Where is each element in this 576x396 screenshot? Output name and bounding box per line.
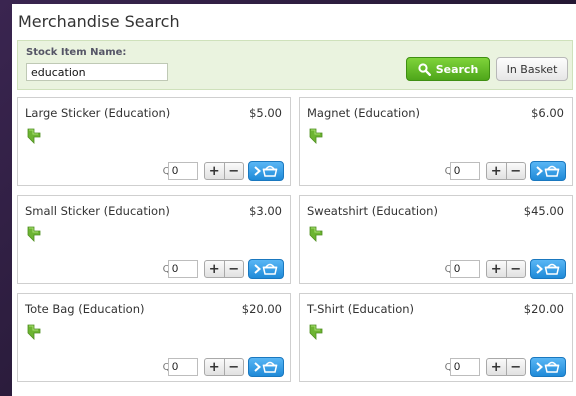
basket-icon bbox=[544, 263, 560, 275]
increment-button[interactable]: + bbox=[487, 163, 506, 179]
qty-stepper: + − bbox=[486, 358, 526, 376]
add-to-basket-button[interactable] bbox=[248, 357, 284, 377]
product-price: $20.00 bbox=[523, 302, 564, 316]
search-panel: Stock Item Name: Search In Basket bbox=[17, 40, 573, 90]
increment-button[interactable]: + bbox=[205, 359, 224, 375]
decrement-button[interactable]: − bbox=[505, 261, 526, 277]
green-arrow-icon bbox=[309, 226, 323, 242]
chevron-right-icon bbox=[254, 264, 261, 274]
product-name: Sweatshirt (Education) bbox=[307, 204, 438, 218]
qty-input[interactable] bbox=[168, 358, 198, 376]
green-arrow-icon bbox=[27, 324, 41, 340]
search-button[interactable]: Search bbox=[406, 57, 490, 81]
add-to-basket-button[interactable] bbox=[530, 259, 566, 279]
increment-button[interactable]: + bbox=[487, 359, 506, 375]
product-card-5: T-Shirt (Education) $20.00 Qty: + − bbox=[299, 293, 573, 382]
product-name: Large Sticker (Education) bbox=[25, 106, 171, 120]
qty-input[interactable] bbox=[450, 162, 480, 180]
decrement-button[interactable]: − bbox=[505, 163, 526, 179]
product-price: $45.00 bbox=[523, 204, 564, 218]
product-price: $20.00 bbox=[241, 302, 282, 316]
add-to-basket-button[interactable] bbox=[530, 161, 566, 181]
qty-input[interactable] bbox=[168, 162, 198, 180]
basket-icon bbox=[262, 361, 278, 373]
decrement-button[interactable]: − bbox=[505, 359, 526, 375]
product-name: Small Sticker (Education) bbox=[25, 204, 170, 218]
increment-button[interactable]: + bbox=[487, 261, 506, 277]
basket-icon bbox=[544, 361, 560, 373]
basket-icon bbox=[262, 263, 278, 275]
qty-stepper: + − bbox=[204, 260, 244, 278]
add-to-basket-button[interactable] bbox=[248, 259, 284, 279]
product-price: $6.00 bbox=[531, 106, 564, 120]
chevron-right-icon bbox=[536, 362, 543, 372]
merchandise-search-window: Merchandise Search Stock Item Name: Sear… bbox=[12, 4, 576, 396]
qty-input[interactable] bbox=[450, 358, 480, 376]
green-arrow-icon bbox=[309, 324, 323, 340]
stock-item-name-label: Stock Item Name: bbox=[26, 47, 127, 58]
green-arrow-icon bbox=[27, 128, 41, 144]
qty-input[interactable] bbox=[168, 260, 198, 278]
product-card-0: Large Sticker (Education) $5.00 Qty: + − bbox=[17, 97, 291, 186]
decrement-button[interactable]: − bbox=[223, 261, 244, 277]
qty-stepper: + − bbox=[204, 358, 244, 376]
product-price: $5.00 bbox=[249, 106, 282, 120]
decrement-button[interactable]: − bbox=[223, 359, 244, 375]
product-name: Magnet (Education) bbox=[307, 106, 421, 120]
decrement-button[interactable]: − bbox=[223, 163, 244, 179]
search-button-label: Search bbox=[435, 62, 479, 76]
basket-icon bbox=[544, 165, 560, 177]
product-card-1: Magnet (Education) $6.00 Qty: + − bbox=[299, 97, 573, 186]
qty-input[interactable] bbox=[450, 260, 480, 278]
product-price: $3.00 bbox=[249, 204, 282, 218]
green-arrow-icon bbox=[309, 128, 323, 144]
product-name: Tote Bag (Education) bbox=[25, 302, 145, 316]
chevron-right-icon bbox=[536, 264, 543, 274]
green-arrow-icon bbox=[27, 226, 41, 242]
product-card-3: Sweatshirt (Education) $45.00 Qty: + − bbox=[299, 195, 573, 284]
increment-button[interactable]: + bbox=[205, 261, 224, 277]
add-to-basket-button[interactable] bbox=[248, 161, 284, 181]
chevron-right-icon bbox=[254, 166, 261, 176]
in-basket-button[interactable]: In Basket bbox=[496, 57, 568, 81]
stock-item-name-input[interactable] bbox=[26, 63, 168, 81]
qty-stepper: + − bbox=[486, 162, 526, 180]
increment-button[interactable]: + bbox=[205, 163, 224, 179]
product-name: T-Shirt (Education) bbox=[307, 302, 415, 316]
add-to-basket-button[interactable] bbox=[530, 357, 566, 377]
magnifier-icon bbox=[418, 62, 431, 76]
page-title: Merchandise Search bbox=[18, 12, 180, 31]
qty-stepper: + − bbox=[204, 162, 244, 180]
product-card-2: Small Sticker (Education) $3.00 Qty: + − bbox=[17, 195, 291, 284]
chevron-right-icon bbox=[254, 362, 261, 372]
basket-icon bbox=[262, 165, 278, 177]
chevron-right-icon bbox=[536, 166, 543, 176]
qty-stepper: + − bbox=[486, 260, 526, 278]
product-card-4: Tote Bag (Education) $20.00 Qty: + − bbox=[17, 293, 291, 382]
